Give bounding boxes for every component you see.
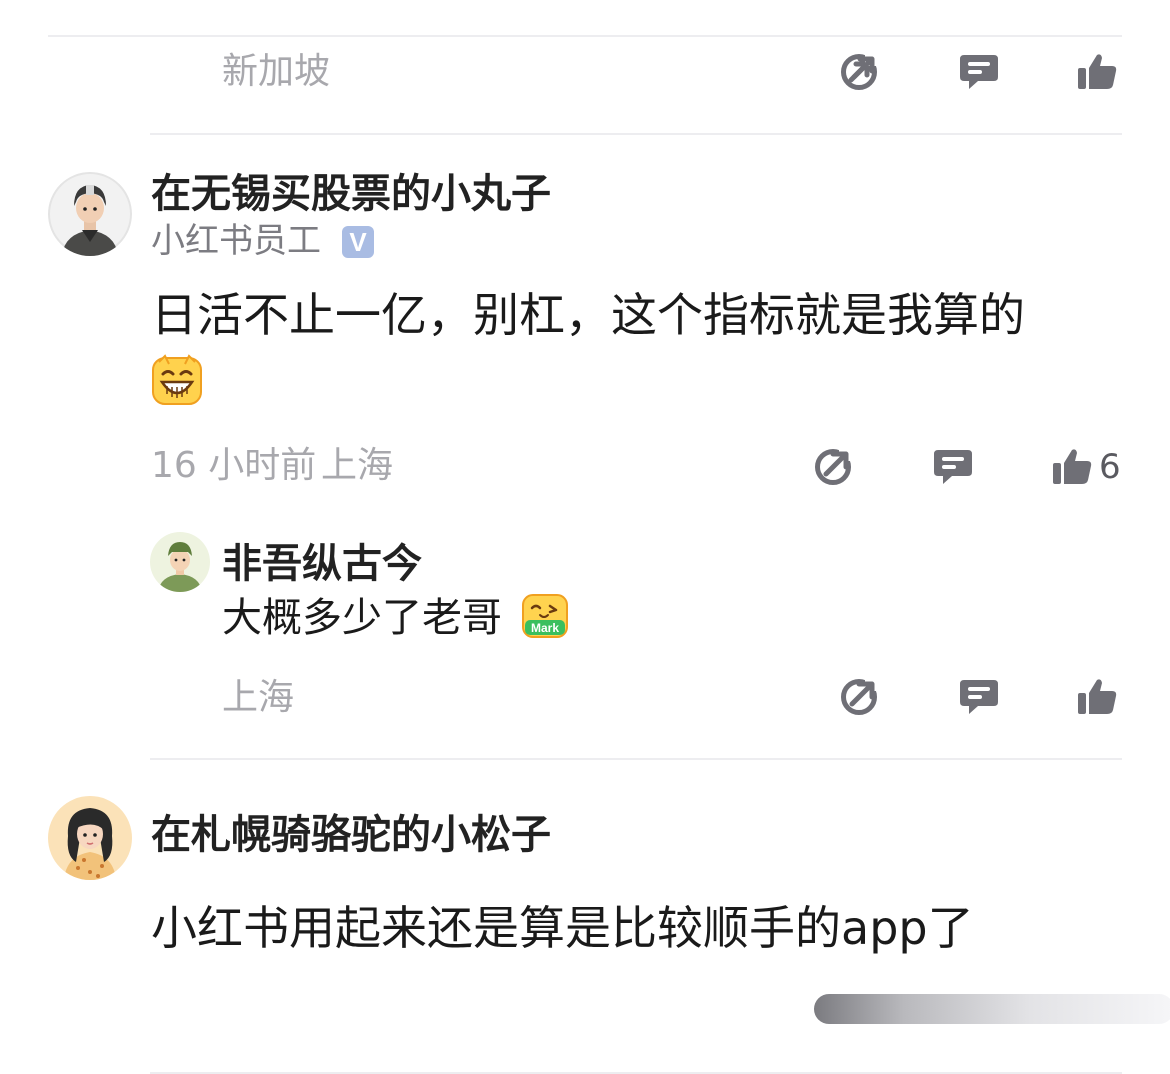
- avatar[interactable]: [48, 172, 132, 256]
- top-comment-location: 新加坡: [222, 51, 331, 92]
- divider-top: [48, 35, 1122, 37]
- like-icon[interactable]: [1076, 676, 1118, 718]
- comment-icon[interactable]: [958, 676, 1000, 718]
- share-icon[interactable]: [838, 676, 880, 718]
- grinning-face-emoji: [151, 354, 203, 406]
- mark-emoji: Mark: [522, 594, 568, 638]
- like-count: 6: [1099, 447, 1121, 487]
- loading-placeholder-bar: [814, 994, 1170, 1024]
- comment-text[interactable]: 小红书用起来还是算是比较顺手的app了: [151, 905, 974, 951]
- comment-icon[interactable]: [932, 446, 974, 488]
- mark-emoji-label: Mark: [531, 621, 559, 635]
- comment-text[interactable]: 日活不止一亿，别杠，这个指标就是我算的: [151, 292, 1025, 338]
- comment-icon[interactable]: [958, 51, 1000, 93]
- reply-text[interactable]: 大概多少了老哥: [222, 598, 502, 638]
- comment-time: 16 小时前: [151, 445, 317, 486]
- divider-1: [150, 133, 1122, 135]
- avatar[interactable]: [48, 796, 132, 880]
- avatar[interactable]: [150, 532, 210, 592]
- comment-username[interactable]: 在札幌骑骆驼的小松子: [151, 815, 551, 855]
- reply-location: 上海: [222, 677, 295, 718]
- divider-2: [150, 758, 1122, 760]
- share-icon[interactable]: [812, 446, 854, 488]
- comment-username[interactable]: 在无锡买股票的小丸子: [151, 174, 551, 214]
- staff-tag: 小红书员工: [151, 221, 321, 261]
- reply-username[interactable]: 非吾纵古今: [222, 544, 422, 584]
- comment-location: 上海: [321, 445, 394, 486]
- like-icon[interactable]: [1051, 446, 1093, 488]
- like-icon[interactable]: [1076, 51, 1118, 93]
- verified-badge: V: [342, 226, 374, 258]
- share-icon[interactable]: [838, 51, 880, 93]
